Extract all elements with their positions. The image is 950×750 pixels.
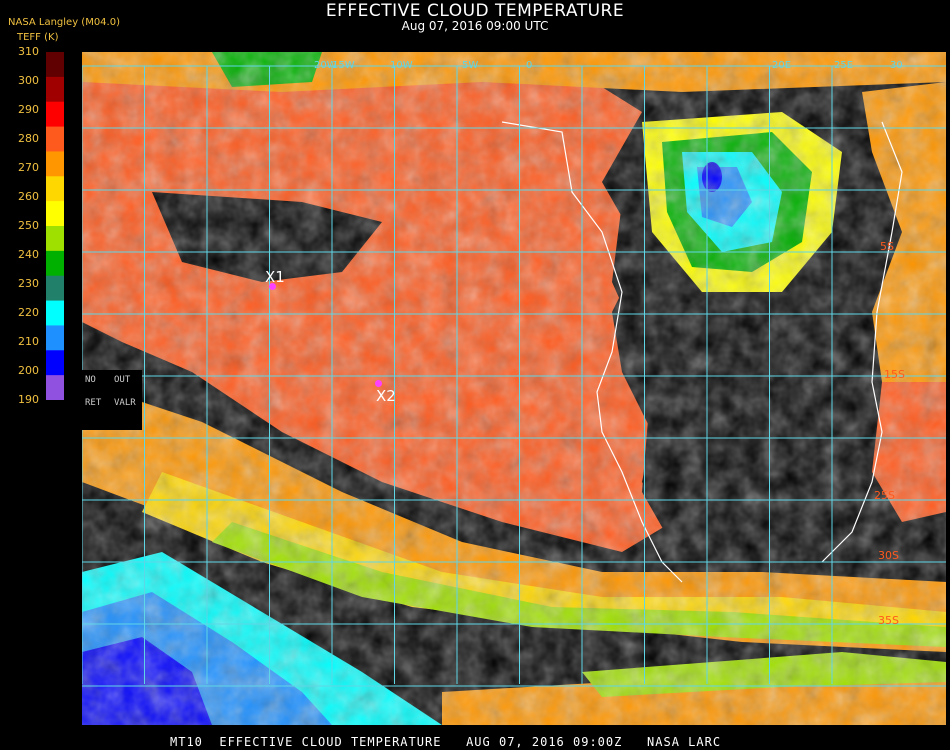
grid-label-30: 30 [890, 60, 903, 71]
grid-label-35s: 35S [878, 614, 899, 627]
colorbar-swatch [46, 52, 64, 78]
colorbar-swatch [46, 350, 64, 376]
colorbar-swatch [46, 151, 64, 177]
grid-label-15w: 15W [332, 60, 355, 71]
colorbar-swatch [46, 76, 64, 103]
colorbar-tick-label: 210 [18, 335, 39, 348]
colorbar-tick-label: 230 [18, 277, 39, 290]
grid-label-30s: 30S [878, 549, 899, 562]
grid-label-5s: 5S [880, 240, 894, 253]
colorbar-swatch [46, 250, 64, 277]
grid-label-5w: 5W [462, 60, 478, 71]
colorbar-swatch [46, 226, 64, 252]
colorbar-swatch [46, 300, 64, 326]
marker-x2-dot [375, 380, 382, 387]
colorbar-tick-label: 310 [18, 45, 39, 58]
grid-label-0: 0 [526, 60, 532, 71]
agency-label: NASA Langley (M04.0) [8, 17, 120, 28]
colorbar-tick-label: 290 [18, 103, 39, 116]
colorbar [46, 52, 64, 401]
units-label: TEFF (K) [17, 32, 59, 43]
colorbar-tick-label: 220 [18, 306, 39, 319]
grid-label-15s: 15S [884, 368, 905, 381]
colorbar-swatch [46, 275, 64, 302]
colorbar-tick-label: 240 [18, 248, 39, 261]
grid-label-20e: 20E [772, 60, 791, 71]
colorbar-swatch [46, 325, 64, 351]
colorbar-swatch [46, 375, 64, 401]
flag-valr: VALR [114, 398, 136, 408]
colorbar-tick-label: 200 [18, 364, 39, 377]
flag-out: OUT [114, 375, 131, 385]
satellite-map: 20W 15W 10W 5W 0 20E 25E 30 5S 15S 25S 3… [82, 52, 946, 725]
colorbar-tick-label: 270 [18, 161, 39, 174]
colorbar-tick-label: 190 [18, 393, 39, 406]
flag-ret: RET [85, 398, 102, 408]
marker-x1-dot [269, 283, 276, 290]
grid-label-25s: 25S [874, 489, 895, 502]
colorbar-swatch [46, 176, 64, 202]
grid-label-25e: 25E [834, 60, 853, 71]
colorbar-tick-label: 250 [18, 219, 39, 232]
colorbar-swatch [46, 201, 64, 227]
marker-x2-label: X2 [376, 387, 396, 405]
colorbar-tick-label: 280 [18, 132, 39, 145]
map-title: EFFECTIVE CLOUD TEMPERATURE [325, 1, 625, 21]
map-subtitle: Aug 07, 2016 09:00 UTC [401, 19, 549, 33]
colorbar-swatch [46, 126, 64, 152]
colorbar-tick-label: 260 [18, 190, 39, 203]
colorbar-swatch [46, 101, 64, 128]
footer-caption: MT10 EFFECTIVE CLOUD TEMPERATURE AUG 07,… [170, 735, 722, 749]
colorbar-swatches [46, 52, 64, 401]
flag-no: NO [85, 375, 96, 385]
colorbar-tick-label: 300 [18, 74, 39, 87]
grid-label-10w: 10W [390, 60, 413, 71]
